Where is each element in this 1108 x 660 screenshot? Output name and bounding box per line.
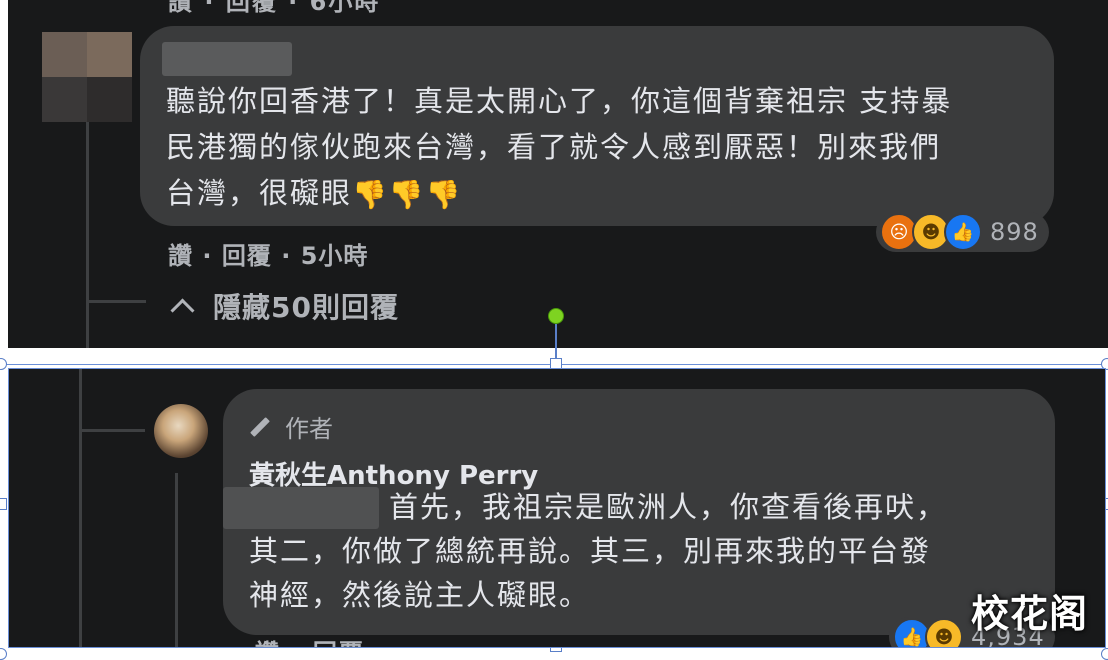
comment-line: 台灣，很礙眼 [166, 176, 353, 210]
thread-line [86, 116, 89, 348]
comment-text: 聽說你回香港了！真是太開心了，你這個背棄祖宗 支持暴 民港獨的傢伙跑來台灣，看了… [166, 78, 952, 218]
top-comment-panel: 讚 · 回覆 · 6小時 聽說你回香港了！真是太開心了，你這個背棄祖宗 支持暴 … [8, 0, 1108, 348]
reply-bubble: 作者 黃秋生Anthony Perry 首先，我祖宗是歐洲人，你查看後再吠， 其… [223, 389, 1055, 635]
rotate-handle-line [555, 324, 557, 358]
thumbs-down-icon: 👎👎👎 [352, 178, 463, 211]
comment-bubble: 聽說你回香港了！真是太開心了，你這個背棄祖宗 支持暴 民港獨的傢伙跑來台灣，看了… [140, 26, 1054, 226]
separator: · [202, 242, 213, 270]
haha-reaction-icon: ☻ [925, 618, 963, 647]
rotate-handle[interactable] [548, 308, 564, 324]
cut-action-bar: 讚 · 回覆 [255, 633, 365, 647]
selection-corner-handle[interactable] [1101, 648, 1108, 660]
thread-branch [79, 429, 145, 432]
author-avatar[interactable] [154, 404, 208, 458]
comment-action-bar: 讚 · 回覆 · 5小時 [168, 236, 368, 271]
comment-line: 聽說你回香港了！真是太開心了，你這個背棄祖宗 支持暴 [166, 84, 953, 118]
comment-timestamp[interactable]: 5小時 [301, 242, 369, 270]
author-badge-label: 作者 [285, 415, 333, 443]
reply-panel: 作者 黃秋生Anthony Perry 首先，我祖宗是歐洲人，你查看後再吠， 其… [8, 368, 1106, 648]
separator: · [281, 242, 292, 270]
selection-corner-handle[interactable] [0, 358, 7, 370]
comment-line: 民港獨的傢伙跑來台灣，看了就令人感到厭惡！別來我們 [166, 130, 942, 164]
like-link[interactable]: 讚 [168, 242, 193, 270]
hide-replies-label: 隱藏50則回覆 [213, 291, 399, 324]
reaction-summary[interactable]: ☹ ☻ 👍 898 [876, 212, 1049, 252]
hide-replies-button[interactable]: 隱藏50則回覆 [166, 286, 399, 326]
chevron-up-icon [170, 297, 195, 323]
selection-corner-handle[interactable] [0, 648, 7, 660]
cut-action-bar: 讚 · 回覆 · 6小時 [168, 0, 381, 16]
avatar-blurred[interactable] [42, 32, 132, 122]
reaction-count: 898 [990, 218, 1039, 246]
thread-branch [86, 300, 146, 303]
selection-side-handle[interactable] [0, 498, 7, 510]
watermark: 校花阁 [970, 592, 1088, 636]
reply-line: 神經，然後說主人礙眼。 [249, 578, 591, 612]
reply-text: 首先，我祖宗是歐洲人，你查看後再吠， 其二，你做了總統再說。其三，別再來我的平台… [249, 485, 947, 617]
reply-line: 首先，我祖宗是歐洲人，你查看後再吠， [389, 490, 948, 524]
pencil-icon [250, 416, 270, 437]
reply-thread-line [175, 473, 178, 647]
like-reaction-icon: 👍 [944, 213, 982, 251]
commenter-name-blurred[interactable] [162, 42, 292, 76]
reply-line: 其二，你做了總統再說。其三，別再來我的平台發 [249, 534, 932, 568]
author-badge: 作者 [249, 409, 333, 444]
reply-link[interactable]: 回覆 [222, 242, 272, 270]
thread-line [79, 369, 82, 647]
